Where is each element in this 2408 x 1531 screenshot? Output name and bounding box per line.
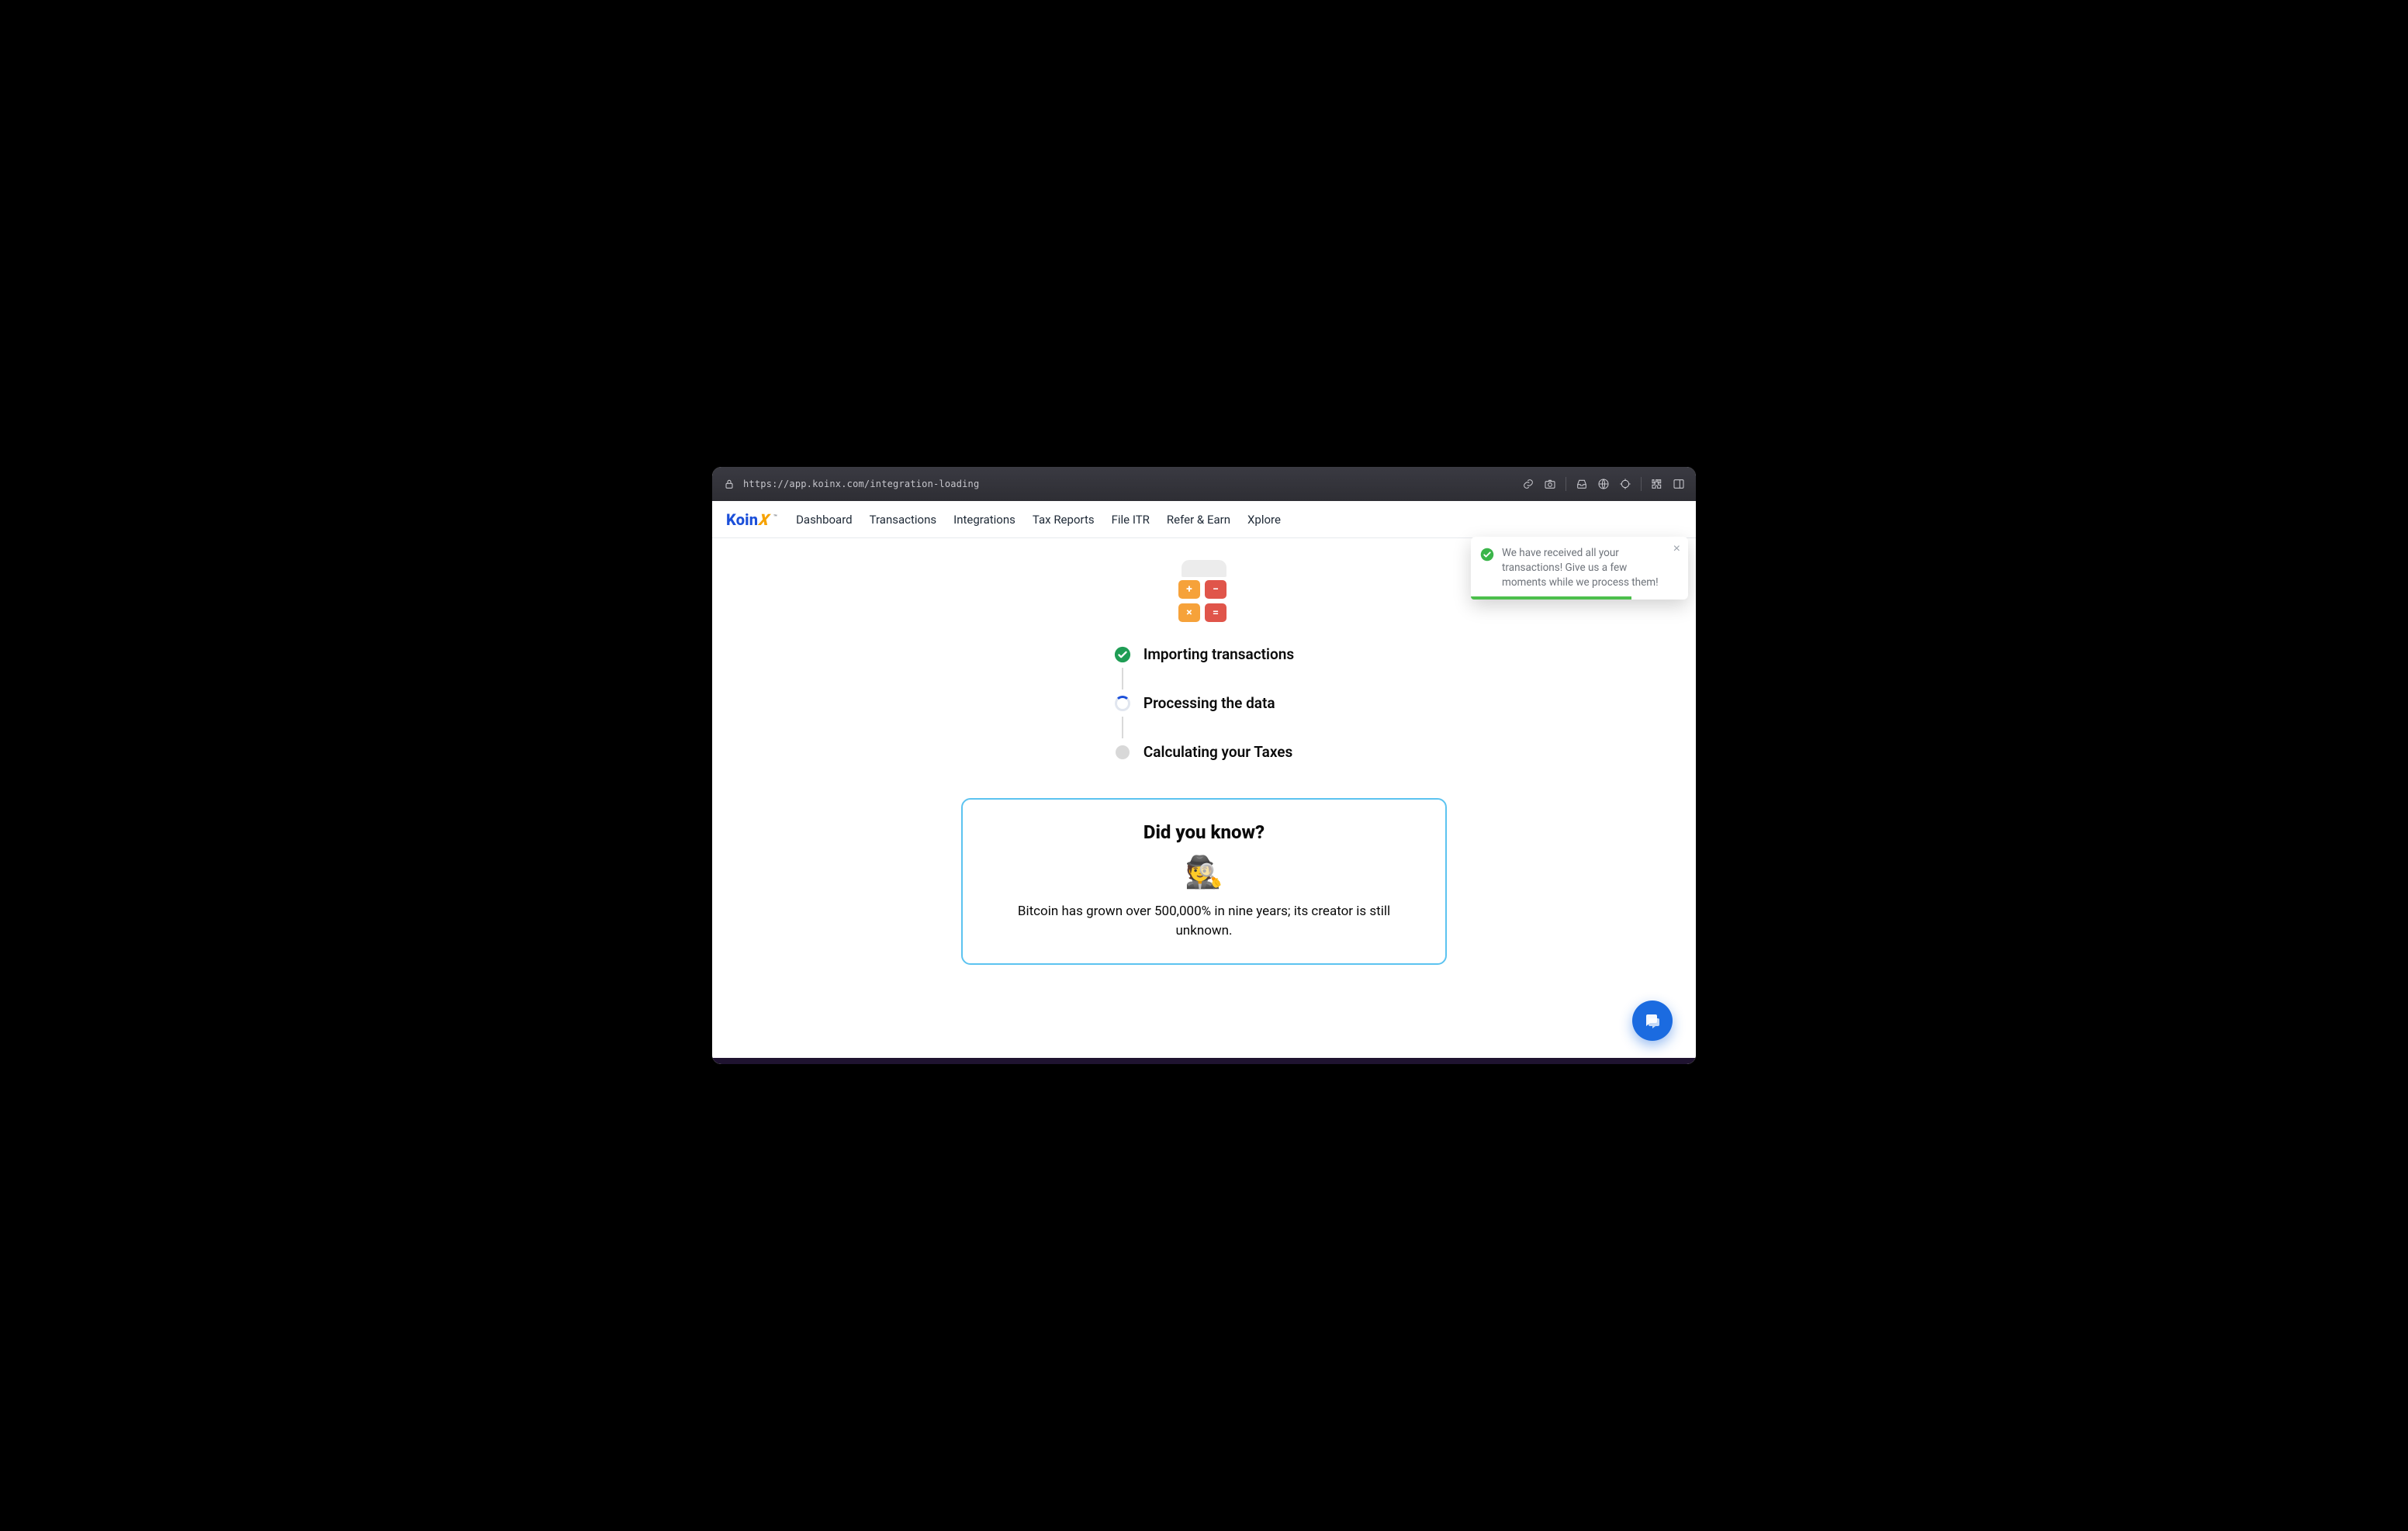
nav-file-itr[interactable]: File ITR	[1112, 513, 1150, 527]
step-calculating: Calculating your Taxes	[1114, 743, 1294, 761]
step-connector	[1122, 668, 1123, 689]
toast-notification: We have received all your transactions! …	[1471, 537, 1688, 600]
step-connector	[1122, 717, 1123, 738]
puzzle-icon[interactable]	[1651, 478, 1663, 490]
calc-key-times: ×	[1178, 603, 1200, 622]
detective-icon: 🕵️	[994, 857, 1414, 888]
nav-tax-reports[interactable]: Tax Reports	[1033, 513, 1095, 527]
address-bar[interactable]: https://app.koinx.com/integration-loadin…	[743, 479, 979, 489]
nav-xplore[interactable]: Xplore	[1247, 513, 1281, 527]
nav-transactions[interactable]: Transactions	[870, 513, 937, 527]
sidebar-icon[interactable]	[1673, 478, 1685, 490]
nav-refer-earn[interactable]: Refer & Earn	[1167, 513, 1230, 527]
nav-integrations[interactable]: Integrations	[953, 513, 1015, 527]
spinner-icon	[1114, 695, 1131, 712]
step-importing: Importing transactions	[1114, 645, 1294, 663]
page: KoinX™ Dashboard Transactions Integratio…	[712, 501, 1696, 1064]
app-header: KoinX™ Dashboard Transactions Integratio…	[712, 501, 1696, 538]
link-icon[interactable]	[1522, 478, 1534, 490]
browser-window: https://app.koinx.com/integration-loadin…	[712, 467, 1696, 1064]
step-label: Processing the data	[1143, 694, 1275, 712]
check-circle-icon	[1114, 646, 1131, 663]
globe-icon[interactable]	[1597, 478, 1610, 490]
target-icon[interactable]	[1619, 478, 1631, 490]
inbox-icon[interactable]	[1576, 478, 1588, 490]
check-circle-icon	[1480, 548, 1494, 562]
camera-icon[interactable]	[1544, 478, 1556, 490]
dyk-title: Did you know?	[994, 821, 1414, 843]
brand-logo[interactable]: KoinX™	[726, 510, 777, 529]
browser-chrome: https://app.koinx.com/integration-loadin…	[712, 467, 1696, 501]
lock-icon	[723, 478, 735, 490]
step-label: Calculating your Taxes	[1143, 743, 1292, 761]
step-processing: Processing the data	[1114, 694, 1294, 712]
step-label: Importing transactions	[1143, 645, 1294, 663]
calc-key-equals: =	[1205, 603, 1226, 622]
chrome-icon-group	[1522, 477, 1685, 491]
chat-button[interactable]	[1632, 1001, 1673, 1041]
pending-dot-icon	[1114, 744, 1131, 761]
toast-close-button[interactable]: ×	[1673, 543, 1680, 555]
main-nav: Dashboard Transactions Integrations Tax …	[796, 513, 1281, 527]
brand-tm: ™	[773, 513, 777, 520]
page-footer-strip	[712, 1058, 1696, 1064]
toast-progress-bar	[1471, 596, 1631, 600]
nav-dashboard[interactable]: Dashboard	[796, 513, 853, 527]
dyk-text: Bitcoin has grown over 500,000% in nine …	[994, 902, 1414, 940]
calc-key-minus: −	[1205, 580, 1226, 599]
address-group: https://app.koinx.com/integration-loadin…	[723, 478, 1513, 490]
chat-icon	[1643, 1011, 1662, 1030]
calculator-illustration: + − × =	[1174, 560, 1234, 628]
progress-steps: Importing transactions Processing the da…	[1114, 645, 1294, 761]
chrome-divider	[1641, 477, 1642, 491]
brand-part1: Koin	[726, 510, 758, 529]
brand-part2: X	[758, 510, 771, 529]
calc-key-plus: +	[1178, 580, 1200, 599]
main-content: + − × = Importing transactions Proces	[712, 538, 1696, 965]
did-you-know-card: Did you know? 🕵️ Bitcoin has grown over …	[961, 798, 1447, 965]
toast-message: We have received all your transactions! …	[1502, 546, 1666, 590]
